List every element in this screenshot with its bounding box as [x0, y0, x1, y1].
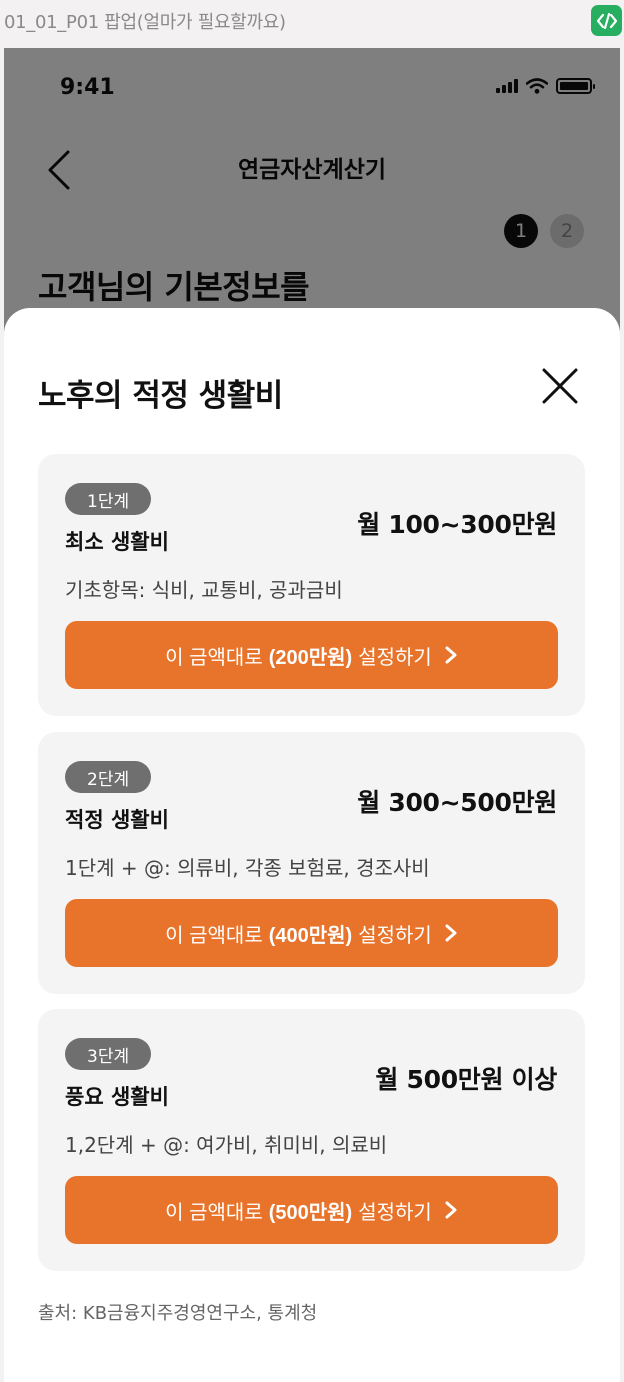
chevron-right-icon — [445, 924, 457, 942]
cta-prefix: 이 금액대로 — [165, 646, 263, 669]
cta-amount: (500만원) — [268, 1201, 353, 1224]
source-note: 출처: KB금융지주경영연구소, 통계청 — [38, 1303, 318, 1324]
sheet-title: 노후의 적정 생활비 — [38, 378, 283, 414]
living-cost-card-1: 1단계 최소 생활비 월 100~300만원 기초항목: 식비, 교통비, 공과… — [38, 454, 585, 716]
step-badge: 2단계 — [65, 761, 152, 793]
code-icon[interactable] — [591, 5, 622, 36]
set-amount-button-1[interactable]: 이 금액대로 (200만원) 설정하기 — [65, 621, 558, 689]
card-name: 적정 생활비 — [65, 808, 169, 832]
card-description: 1단계 + @: 의류비, 각종 보험료, 경조사비 — [65, 856, 430, 880]
card-amount: 월 300~500만원 — [357, 788, 557, 817]
set-amount-button-2[interactable]: 이 금액대로 (400만원) 설정하기 — [65, 899, 558, 967]
card-name: 풍요 생활비 — [65, 1085, 169, 1109]
close-icon[interactable] — [540, 366, 580, 406]
cta-suffix: 설정하기 — [358, 1201, 432, 1224]
cta-suffix: 설정하기 — [358, 646, 432, 669]
card-amount: 월 500만원 이상 — [375, 1065, 557, 1094]
cta-prefix: 이 금액대로 — [165, 1201, 263, 1224]
chevron-right-icon — [445, 646, 457, 664]
cta-prefix: 이 금액대로 — [165, 924, 263, 947]
card-amount: 월 100~300만원 — [357, 510, 557, 539]
living-cost-card-3: 3단계 풍요 생활비 월 500만원 이상 1,2단계 + @: 여가비, 취미… — [38, 1009, 585, 1271]
step-badge: 1단계 — [65, 483, 152, 515]
cta-amount: (400만원) — [268, 924, 353, 947]
card-description: 1,2단계 + @: 여가비, 취미비, 의료비 — [65, 1133, 388, 1157]
chevron-right-icon — [445, 1201, 457, 1219]
cta-amount: (200만원) — [268, 646, 353, 669]
frame-label: 01_01_P01 팝업(얼마가 필요할까요) — [4, 12, 286, 33]
set-amount-button-3[interactable]: 이 금액대로 (500만원) 설정하기 — [65, 1176, 558, 1244]
card-description: 기초항목: 식비, 교통비, 공과금비 — [65, 578, 343, 602]
bottom-sheet: 노후의 적정 생활비 1단계 최소 생활비 월 100~300만원 기초항목: … — [4, 308, 620, 1382]
living-cost-card-2: 2단계 적정 생활비 월 300~500만원 1단계 + @: 의류비, 각종 … — [38, 732, 585, 994]
card-name: 최소 생활비 — [65, 530, 169, 554]
phone-screen: 9:41 연금자산계산기 1 2 고객님의 기본정보를 노후의 적정 생활비 — [4, 48, 620, 1382]
step-badge: 3단계 — [65, 1038, 152, 1070]
cta-suffix: 설정하기 — [358, 924, 432, 947]
